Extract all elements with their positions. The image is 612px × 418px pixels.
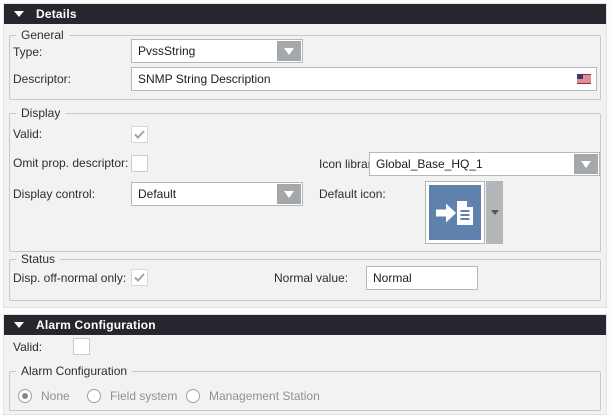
details-expander-header[interactable]: Details — [4, 4, 606, 24]
radio-button-icon — [87, 389, 101, 403]
chevron-down-icon — [284, 191, 294, 198]
document-arrow-icon — [429, 185, 481, 240]
descriptor-input-value: SNMP String Description — [138, 72, 271, 86]
normal-value-input[interactable]: Normal — [366, 266, 478, 290]
radio-none-label: None — [41, 389, 70, 403]
radio-management-station-label: Management Station — [209, 389, 320, 403]
chevron-down-icon — [581, 161, 591, 168]
details-panel: Details General Type: PvssString Descrip… — [3, 3, 607, 308]
display-control-dropdown[interactable]: Default — [131, 182, 303, 206]
valid-checkbox — [131, 126, 148, 143]
default-icon-label: Default icon: — [319, 187, 386, 201]
radio-management-station: Management Station — [186, 389, 320, 403]
normal-value-label: Normal value: — [274, 271, 348, 285]
descriptor-label: Descriptor: — [13, 72, 71, 86]
omit-prop-descriptor-label: Omit prop. descriptor: — [13, 156, 128, 170]
alarm-title: Alarm Configuration — [36, 318, 156, 332]
default-icon-frame — [425, 181, 485, 244]
valid-label: Valid: — [13, 127, 42, 141]
icon-library-dropdown[interactable]: Global_Base_HQ_1 — [369, 152, 600, 176]
default-icon-dropdown-button[interactable] — [486, 181, 503, 244]
general-group-label: General — [16, 28, 69, 42]
details-title: Details — [36, 7, 77, 21]
checkmark-icon — [134, 273, 145, 282]
type-label: Type: — [13, 45, 42, 59]
omit-prop-descriptor-checkbox[interactable] — [131, 155, 148, 172]
chevron-down-icon — [284, 48, 294, 55]
display-groupbox: Display — [9, 113, 601, 252]
disp-off-normal-label: Disp. off-normal only: — [13, 271, 126, 285]
normal-value-input-value: Normal — [373, 271, 412, 285]
icon-library-dropdown-value: Global_Base_HQ_1 — [376, 157, 483, 171]
status-group-label: Status — [16, 252, 60, 266]
expander-collapse-icon — [14, 322, 24, 328]
alarm-valid-label: Valid: — [13, 340, 42, 354]
language-flag-icon[interactable] — [577, 74, 591, 84]
checkmark-icon — [134, 130, 145, 139]
descriptor-input[interactable]: SNMP String Description — [131, 67, 597, 91]
chevron-down-icon — [491, 210, 499, 215]
alarm-configuration-group-label: Alarm Configuration — [16, 364, 132, 378]
type-dropdown-button[interactable] — [277, 41, 301, 61]
alarm-expander-header[interactable]: Alarm Configuration — [4, 315, 606, 335]
radio-none: None — [18, 389, 70, 403]
display-control-dropdown-value: Default — [138, 187, 176, 201]
default-icon-picker[interactable] — [425, 181, 503, 244]
display-control-label: Display control: — [13, 187, 95, 201]
radio-button-icon — [186, 389, 200, 403]
disp-off-normal-checkbox — [131, 269, 148, 286]
radio-field-system-label: Field system — [110, 389, 177, 403]
display-control-dropdown-button[interactable] — [277, 184, 301, 204]
radio-field-system: Field system — [87, 389, 177, 403]
alarm-configuration-panel: Alarm Configuration Valid: Alarm Configu… — [3, 314, 607, 415]
radio-button-icon — [18, 389, 32, 403]
type-dropdown[interactable]: PvssString — [131, 39, 303, 63]
icon-library-dropdown-button[interactable] — [574, 154, 598, 174]
type-dropdown-value: PvssString — [138, 44, 195, 58]
alarm-valid-checkbox[interactable] — [73, 338, 90, 355]
expander-collapse-icon — [14, 11, 24, 17]
property-details-pane: Details General Type: PvssString Descrip… — [0, 0, 612, 418]
display-group-label: Display — [16, 106, 65, 120]
